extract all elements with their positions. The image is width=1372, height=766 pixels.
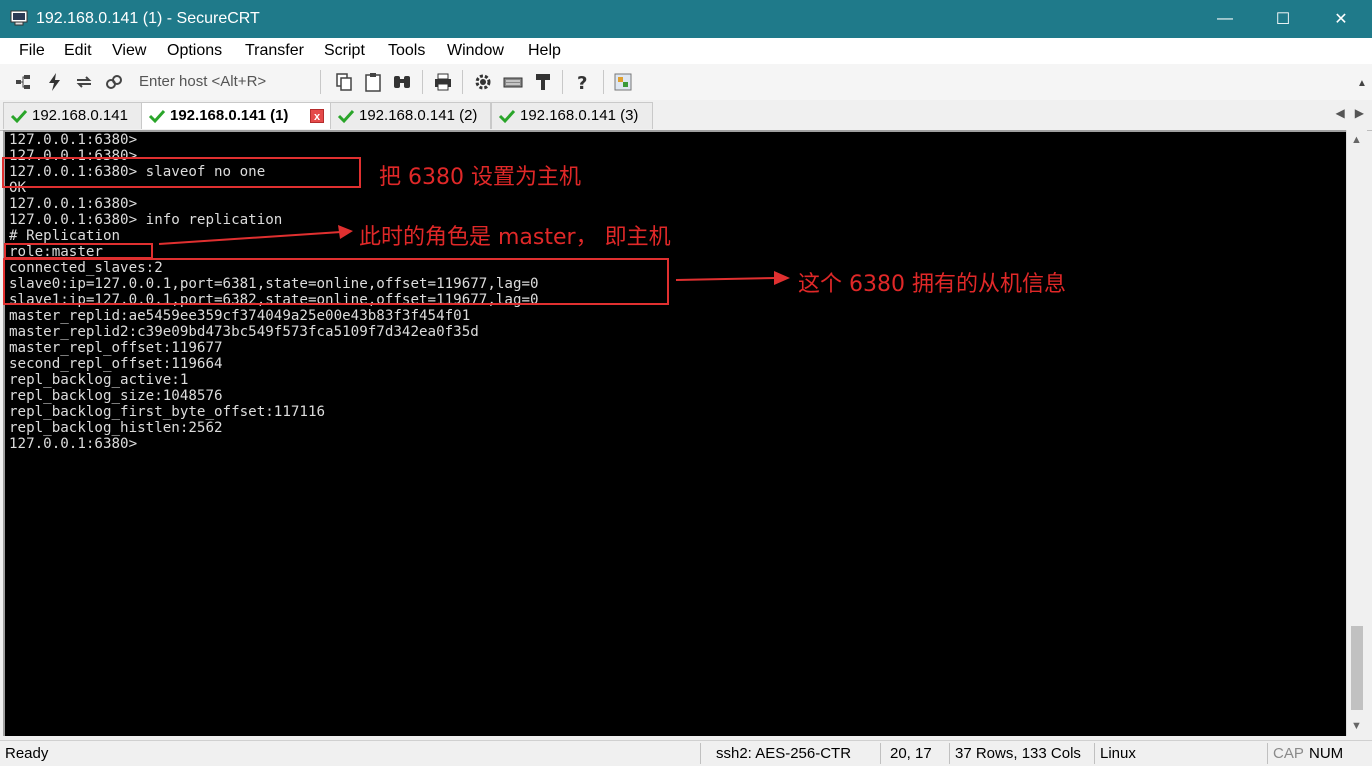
status-divider [700,743,701,764]
menu-window[interactable]: Window [447,42,504,60]
annotation-text-slave-info: 这个 6380 拥有的从机信息 [798,272,1066,297]
menu-script[interactable]: Script [324,42,365,60]
tab-label: 192.168.0.141 [32,107,128,124]
connect-icon[interactable] [14,72,34,92]
menu-transfer[interactable]: Transfer [245,42,304,60]
terminal-line: master_repl_offset:119677 [9,340,223,356]
annotation-arrow-slaves [675,271,790,285]
toolbar-divider [462,70,463,94]
maximize-button[interactable]: ☐ [1254,0,1312,38]
toolbar-divider [320,70,321,94]
tab-label: 192.168.0.141 (3) [520,107,639,124]
status-divider [1094,743,1095,764]
toolbar-divider [422,70,423,94]
scroll-up-icon[interactable]: ▲ [1351,134,1362,146]
status-os: Linux [1100,745,1136,762]
annotation-text-set-master: 把 6380 设置为主机 [379,165,581,190]
toolbar: Enter host <Alt+R> ? [0,64,1372,101]
menu-file[interactable]: File [19,42,45,60]
title-bar: 192.168.0.141 (1) - SecureCRT — ☐ ✕ [0,0,1372,38]
annotation-box-role [4,243,153,259]
tab-scroll-arrows[interactable]: ◀ ▶ [1336,106,1364,120]
annotation-text-role-master: 此时的角色是 master， 即主机 [359,225,671,250]
terminal-line: 127.0.0.1:6380> [9,436,138,452]
terminal-line: 127.0.0.1:6380> [9,132,138,148]
connected-check-icon [337,109,355,124]
connected-check-icon [498,109,516,124]
menu-view[interactable]: View [112,42,146,60]
menu-options[interactable]: Options [167,42,222,60]
connected-check-icon [10,109,28,124]
status-caps-lock: CAP [1273,745,1304,762]
menu-help[interactable]: Help [528,42,561,60]
scroll-down-icon[interactable]: ▼ [1351,720,1362,732]
tab-session-3[interactable]: 192.168.0.141 (3) [491,102,653,129]
help-icon[interactable]: ? [573,72,593,92]
terminal-scrollbar[interactable]: ▲ ▼ [1346,130,1367,736]
terminal-line: repl_backlog_histlen:2562 [9,420,223,436]
status-divider [1267,743,1268,764]
status-divider [880,743,881,764]
menu-edit[interactable]: Edit [64,42,92,60]
connected-check-icon [148,109,166,124]
svg-text:?: ? [577,73,587,92]
tab-session-0[interactable]: 192.168.0.141 [3,102,142,129]
terminal-line: repl_backlog_active:1 [9,372,189,388]
copy-icon[interactable] [334,72,354,92]
tab-label: 192.168.0.141 (1) [170,107,289,124]
securecrt-app-icon [10,10,28,26]
terminal-line: repl_backlog_size:1048576 [9,388,223,404]
annotation-arrow-role [158,225,353,245]
reconnect-icon[interactable] [74,72,94,92]
status-cipher: ssh2: AES-256-CTR [716,745,852,762]
host-input[interactable]: Enter host <Alt+R> [139,73,266,90]
annotation-box-slaves [3,258,669,305]
scroll-thumb[interactable] [1351,626,1363,710]
terminal-line: master_replid2:c39e09bd473bc549f573fca51… [9,324,479,340]
quick-connect-icon[interactable] [45,72,65,92]
status-cursor-position: 20, 17 [890,745,932,762]
tab-session-1[interactable]: 192.168.0.141 (1) x [141,102,331,129]
paste-icon[interactable] [363,72,383,92]
disconnect-icon[interactable] [104,72,124,92]
outer-scroll-up-icon[interactable]: ▲ [1357,78,1367,89]
menu-tools[interactable]: Tools [388,42,425,60]
terminal-line: # Replication [9,228,121,244]
tab-close-icon[interactable]: x [310,109,324,123]
window-title: 192.168.0.141 (1) - SecureCRT [36,10,260,27]
find-icon[interactable] [392,72,412,92]
annotation-box-slaveof [2,157,361,188]
sessions-icon[interactable] [613,72,633,92]
print-icon[interactable] [433,72,453,92]
keymap-icon[interactable] [503,72,523,92]
close-window-button[interactable]: ✕ [1312,0,1370,38]
status-bar: Ready ssh2: AES-256-CTR 20, 17 37 Rows, … [0,740,1372,766]
status-num-lock: NUM [1309,745,1344,762]
terminal-line: second_repl_offset:119664 [9,356,223,372]
terminal-output[interactable]: 127.0.0.1:6380> 127.0.0.1:6380> 127.0.0.… [3,130,1346,736]
toolbar-divider [603,70,604,94]
settings-icon[interactable] [473,72,493,92]
status-ready: Ready [5,745,49,762]
status-terminal-size: 37 Rows, 133 Cols [955,745,1081,762]
terminal-line: repl_backlog_first_byte_offset:117116 [9,404,326,420]
session-tab-bar: 192.168.0.141 192.168.0.141 (1) x 192.16… [0,100,1372,131]
terminal-line: master_replid:ae5459ee359cf374049a25e00e… [9,308,471,324]
tab-session-2[interactable]: 192.168.0.141 (2) [330,102,491,129]
menu-bar: File Edit View Options Transfer Script T… [0,38,1372,64]
minimize-button[interactable]: — [1196,0,1254,38]
terminal-line: 127.0.0.1:6380> [9,196,138,212]
status-divider [949,743,950,764]
tab-label: 192.168.0.141 (2) [359,107,478,124]
sftp-icon[interactable] [533,72,553,92]
toolbar-divider [562,70,563,94]
